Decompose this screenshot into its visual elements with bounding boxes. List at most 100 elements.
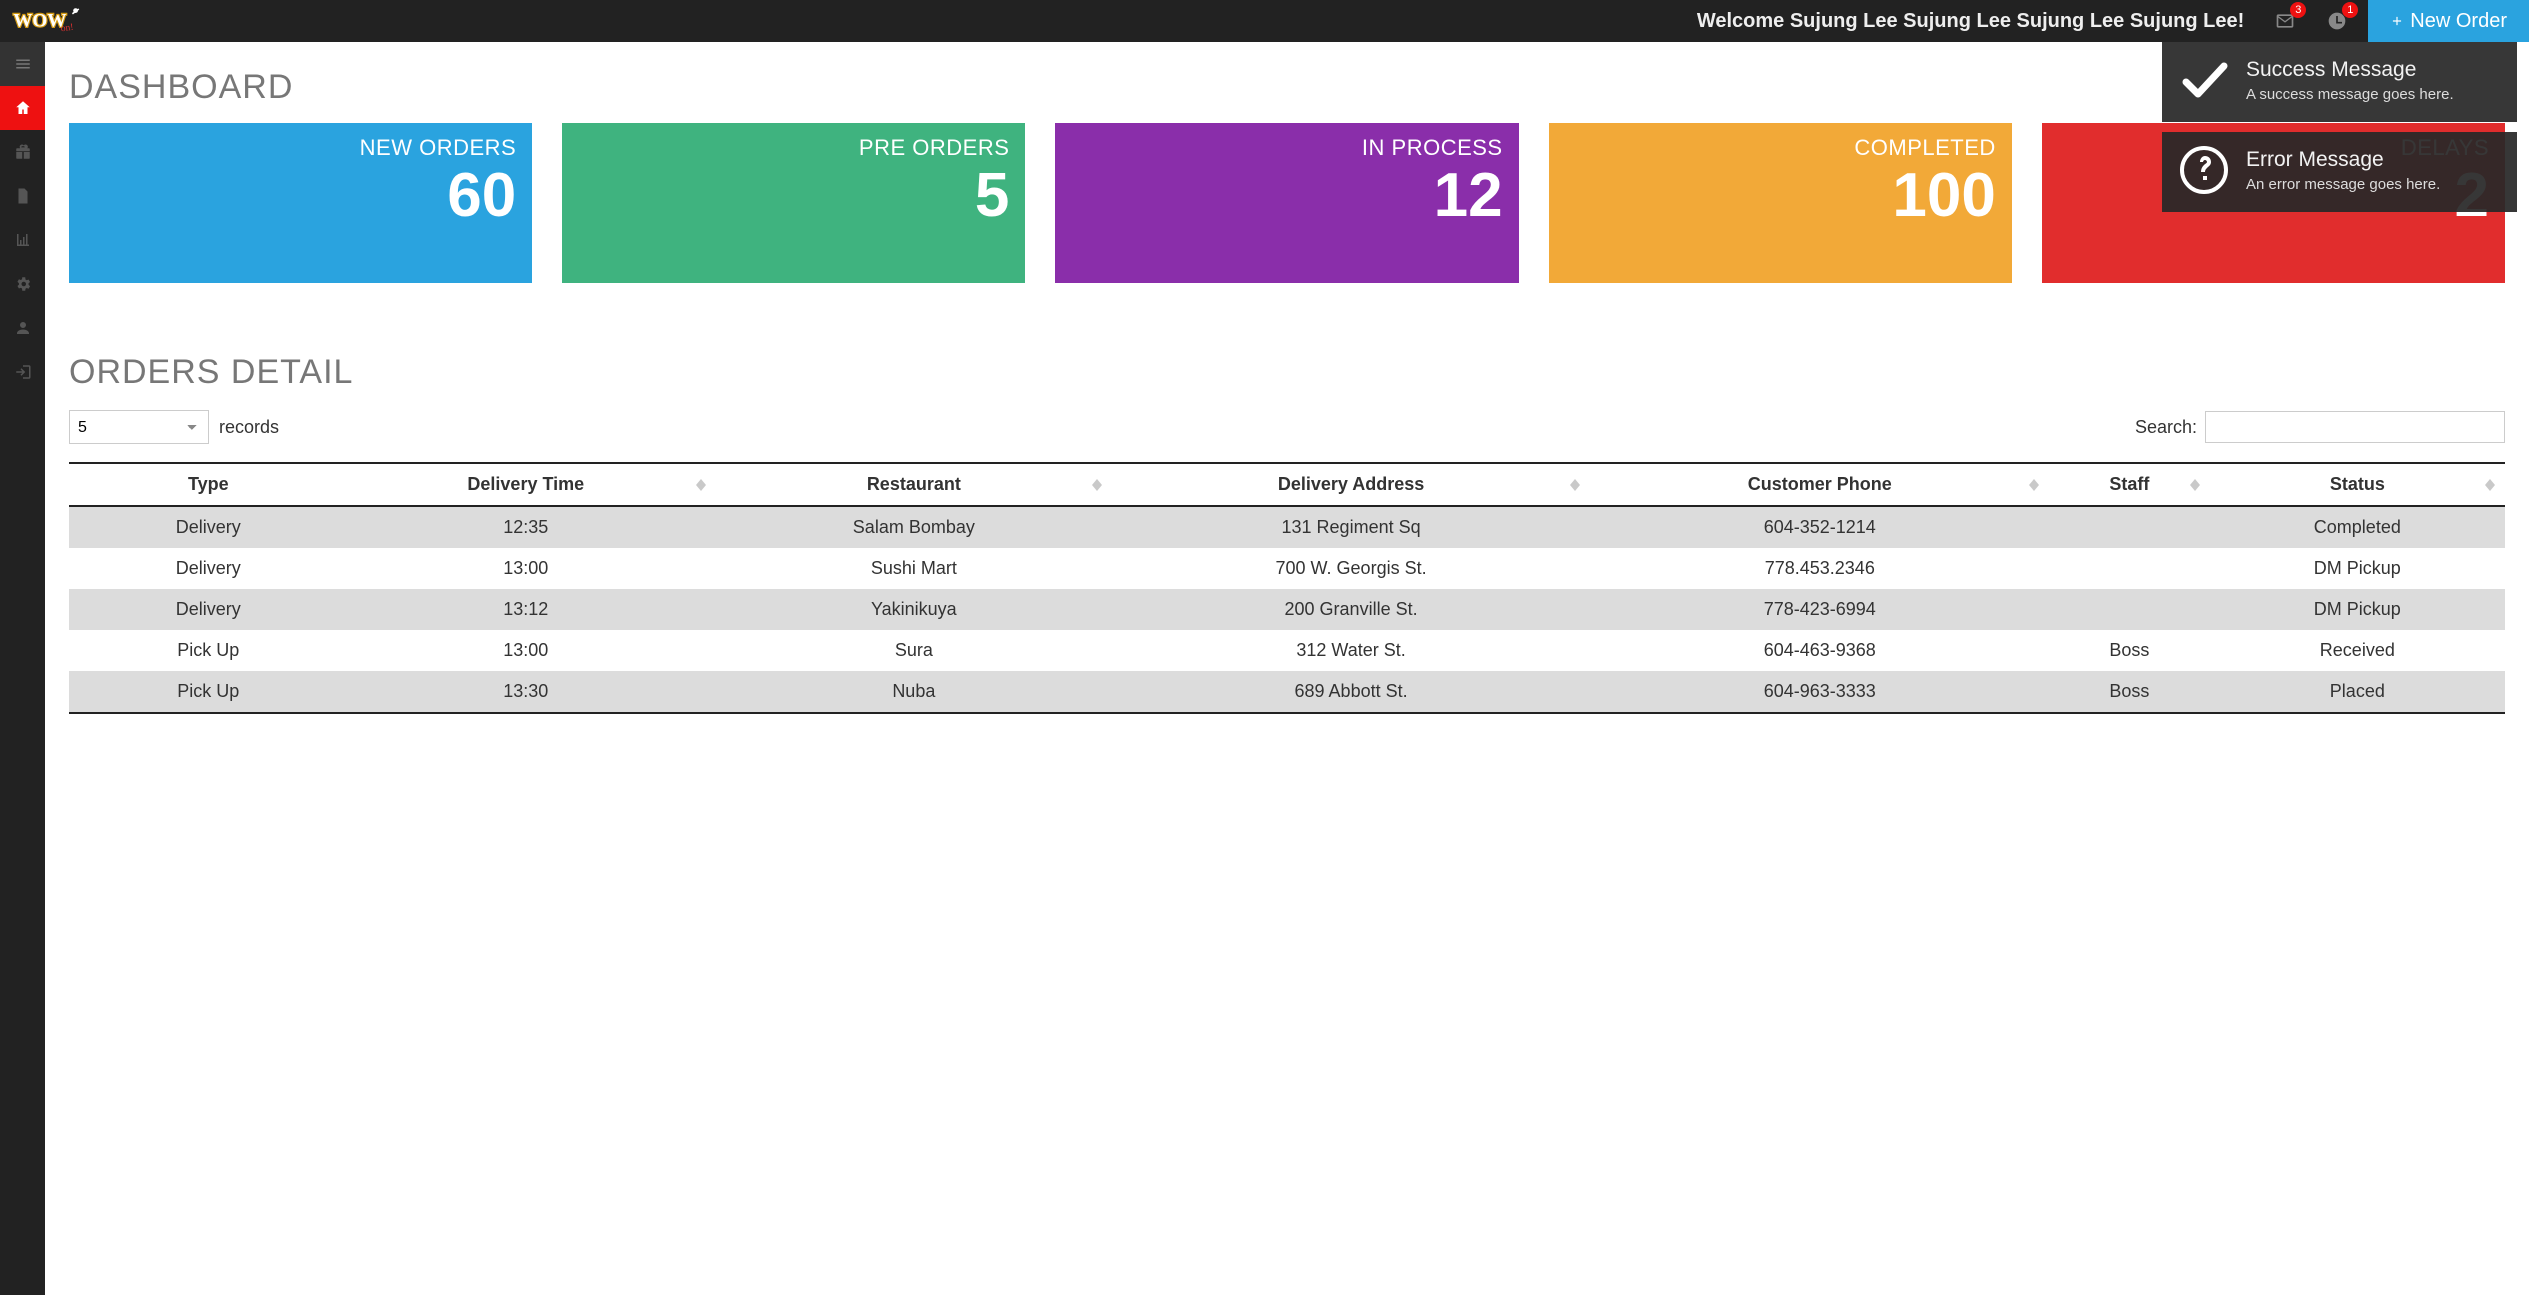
toast-text: An error message goes here. xyxy=(2246,176,2440,193)
cell-type: Delivery xyxy=(69,589,336,630)
toast-success[interactable]: Success MessageA success message goes he… xyxy=(2162,42,2517,122)
cell-restaurant: Sushi Mart xyxy=(716,548,1112,589)
clock-icon[interactable]: 1 xyxy=(2326,10,2348,32)
search-box: Search: xyxy=(2135,411,2505,443)
gears-icon xyxy=(14,275,32,293)
column-header[interactable]: Customer Phone xyxy=(1590,463,2049,506)
orders-table: Type Delivery Time Restaurant Delivery Addr… xyxy=(69,462,2505,714)
page-title: DASHBOARD xyxy=(69,68,2505,107)
inbox-icon[interactable]: 3 xyxy=(2274,10,2296,32)
stat-card-label: COMPLETED xyxy=(1565,135,1996,161)
column-header-label: Delivery Time xyxy=(467,474,584,494)
user-icon xyxy=(14,319,32,337)
records-select[interactable]: 5 xyxy=(69,410,209,444)
cell-type: Pick Up xyxy=(69,671,336,713)
cell-address: 700 W. Georgis St. xyxy=(1112,548,1591,589)
column-header: Type xyxy=(69,463,336,506)
sidebar-item-file[interactable] xyxy=(0,174,45,218)
column-header[interactable]: Restaurant xyxy=(716,463,1112,506)
chart-icon xyxy=(14,231,32,249)
cell-staff: Boss xyxy=(2049,630,2210,671)
cell-time: 13:12 xyxy=(336,589,716,630)
svg-text:on!: on! xyxy=(60,22,74,35)
file-icon xyxy=(14,187,32,205)
logo[interactable]: WOW on! xyxy=(0,0,100,42)
toast-error[interactable]: Error Message An error message goes here. xyxy=(2162,132,2517,212)
sidebar-item-signout[interactable] xyxy=(0,350,45,394)
cell-status: DM Pickup xyxy=(2210,589,2505,630)
stats-cards-row: NEW ORDERS60 PRE ORDERS 5 IN PROCESS 12 COMPL… xyxy=(69,123,2505,283)
wow-logo-icon: WOW on! xyxy=(10,4,90,38)
cell-phone: 778-423-6994 xyxy=(1590,589,2049,630)
column-header-label: Staff xyxy=(2109,474,2149,494)
column-header[interactable]: Staff xyxy=(2049,463,2210,506)
stat-card-blue[interactable]: NEW ORDERS60 xyxy=(69,123,532,283)
orders-section-title: ORDERS DETAIL xyxy=(69,353,2505,392)
sidebar-item-user[interactable] xyxy=(0,306,45,350)
table-row[interactable]: Pick Up13:00Sura312 Water St.604-463-936… xyxy=(69,630,2505,671)
search-input[interactable] xyxy=(2205,411,2505,443)
column-header-label: Restaurant xyxy=(867,474,961,494)
table-controls: 5 records Search: xyxy=(69,410,2505,444)
menu-icon xyxy=(14,55,32,73)
cell-address: 689 Abbott St. xyxy=(1112,671,1591,713)
table-row[interactable]: Delivery13:00Sushi Mart700 W. Georgis St… xyxy=(69,548,2505,589)
cell-restaurant: Salam Bombay xyxy=(716,506,1112,548)
column-header[interactable]: Status xyxy=(2210,463,2505,506)
stat-card-value: 100 xyxy=(1565,165,1996,227)
sort-icon xyxy=(1092,479,1102,491)
table-row[interactable]: Pick Up13:30Nuba689 Abbott St.604-963-33… xyxy=(69,671,2505,713)
cell-phone: 604-463-9368 xyxy=(1590,630,2049,671)
question-icon xyxy=(2176,142,2232,198)
stat-card-value: 12 xyxy=(1071,165,1502,227)
cell-time: 13:30 xyxy=(336,671,716,713)
sidebar xyxy=(0,42,45,1295)
cell-status: Placed xyxy=(2210,671,2505,713)
column-header-label: Customer Phone xyxy=(1748,474,1892,494)
signout-icon xyxy=(14,363,32,381)
toast-title: Error Message xyxy=(2246,148,2440,172)
cell-time: 13:00 xyxy=(336,548,716,589)
records-select-wrap: 5 records xyxy=(69,410,279,444)
stat-card-label: PRE ORDERS xyxy=(578,135,1009,161)
search-label: Search: xyxy=(2135,417,2197,438)
svg-text:WOW: WOW xyxy=(13,11,66,32)
cell-address: 200 Granville St. xyxy=(1112,589,1591,630)
cell-restaurant: Nuba xyxy=(716,671,1112,713)
main-content: DASHBOARD NEW ORDERS60 PRE ORDERS 5 IN PROC… xyxy=(45,42,2529,1295)
sidebar-toggle[interactable] xyxy=(0,42,45,86)
stat-card-orange[interactable]: COMPLETED 100 xyxy=(1549,123,2012,283)
stat-card-purple[interactable]: IN PROCESS 12 xyxy=(1055,123,1518,283)
cell-time: 12:35 xyxy=(336,506,716,548)
cell-type: Delivery xyxy=(69,506,336,548)
sort-icon xyxy=(2029,479,2039,491)
sidebar-item-chart[interactable] xyxy=(0,218,45,262)
stat-card-value: 5 xyxy=(578,165,1009,227)
cell-staff xyxy=(2049,548,2210,589)
table-row[interactable]: Delivery12:35Salam Bombay131 Regiment Sq… xyxy=(69,506,2505,548)
stat-card-green[interactable]: PRE ORDERS 5 xyxy=(562,123,1025,283)
cell-restaurant: Sura xyxy=(716,630,1112,671)
toast-title: Success Message xyxy=(2246,58,2454,82)
cell-type: Delivery xyxy=(69,548,336,589)
cell-restaurant: Yakinikuya xyxy=(716,589,1112,630)
sidebar-item-gift[interactable] xyxy=(0,130,45,174)
header-icons: 3 1 xyxy=(2254,10,2368,32)
column-header-label: Delivery Address xyxy=(1278,474,1424,494)
new-order-label: New Order xyxy=(2410,10,2507,33)
table-row[interactable]: Delivery13:12Yakinikuya200 Granville St.… xyxy=(69,589,2505,630)
sidebar-item-settings[interactable] xyxy=(0,262,45,306)
stat-card-label: IN PROCESS xyxy=(1071,135,1502,161)
new-order-button[interactable]: New Order xyxy=(2368,0,2529,42)
sidebar-item-home[interactable] xyxy=(0,86,45,130)
column-header-label: Status xyxy=(2330,474,2385,494)
gift-icon xyxy=(14,143,32,161)
cell-status: DM Pickup xyxy=(2210,548,2505,589)
cell-status: Completed xyxy=(2210,506,2505,548)
cell-address: 131 Regiment Sq xyxy=(1112,506,1591,548)
column-header[interactable]: Delivery Time xyxy=(336,463,716,506)
column-header-label: Type xyxy=(188,474,229,494)
sort-icon xyxy=(696,479,706,491)
cell-staff xyxy=(2049,506,2210,548)
column-header[interactable]: Delivery Address xyxy=(1112,463,1591,506)
